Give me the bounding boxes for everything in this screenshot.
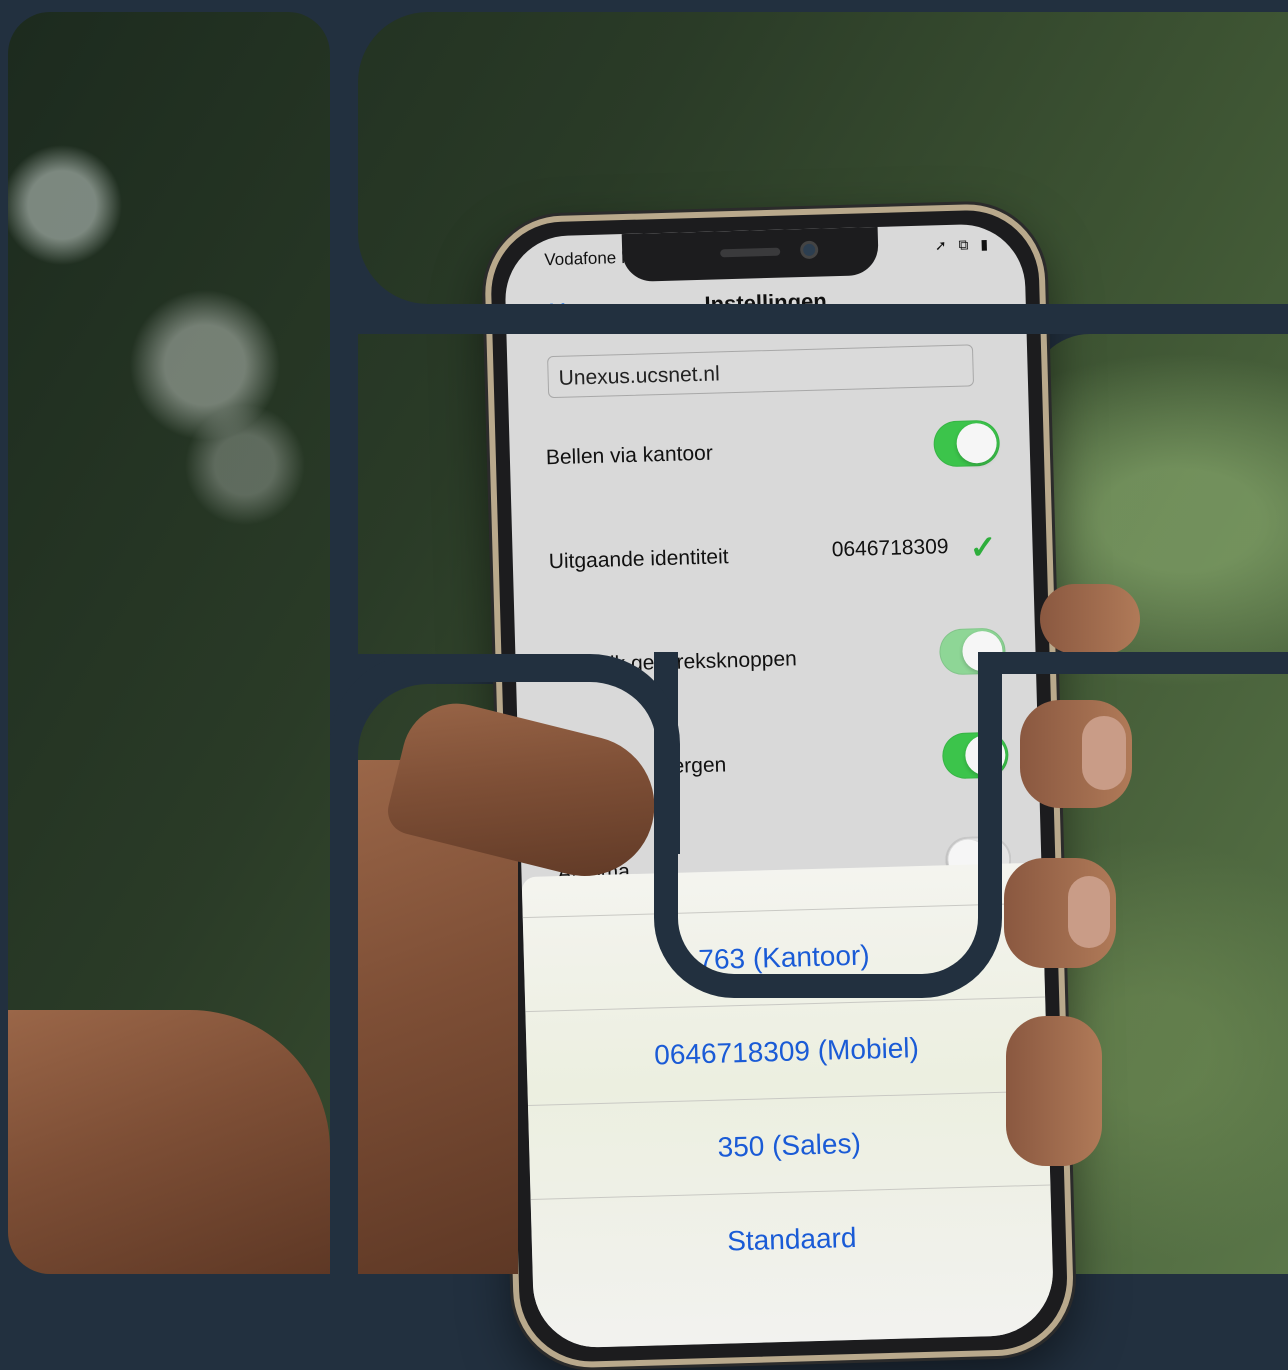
finger-2 [1020,700,1132,808]
option-standaard[interactable]: Standaard [530,1184,1054,1294]
status-icons: ➚ ⧉ ▮ [934,235,993,254]
carrier-label: Vodafone N [544,247,634,270]
frame-divider-right-mid [1000,652,1288,674]
checkmark-icon: ✓ [969,528,998,566]
identity-value: 0646718309 [831,535,949,562]
hand-wrist [8,1010,330,1274]
fingernail [1068,876,1110,948]
setting-row-bellen-via-kantoor: Bellen via kantoor [545,419,1001,489]
frame-divider-left [330,0,358,1274]
fingernail [1082,716,1126,790]
setting-label: Bellen via kantoor [545,441,714,470]
earpiece-speaker [720,247,781,258]
front-camera [799,240,819,260]
finger-3 [1004,858,1116,968]
option-mobiel[interactable]: 0646718309 (Mobiel) [525,996,1048,1107]
frame-arch [654,652,1002,998]
frame-divider-top [330,304,1288,334]
frame-arch-left [330,654,680,854]
toggle-knob [956,422,998,464]
finger-1 [1040,584,1140,654]
toggle-bellen-via-kantoor[interactable] [933,419,1001,468]
setting-label: Uitgaande identiteit [548,545,729,574]
option-sales[interactable]: 350 (Sales) [527,1090,1051,1201]
server-field[interactable]: Unexus.ucsnet.nl [547,344,975,399]
setting-row-uitgaande-identiteit[interactable]: Uitgaande identiteit 0646718309 ✓ [548,524,1003,593]
phone-notch [621,226,879,283]
finger-4 [1006,1016,1102,1166]
